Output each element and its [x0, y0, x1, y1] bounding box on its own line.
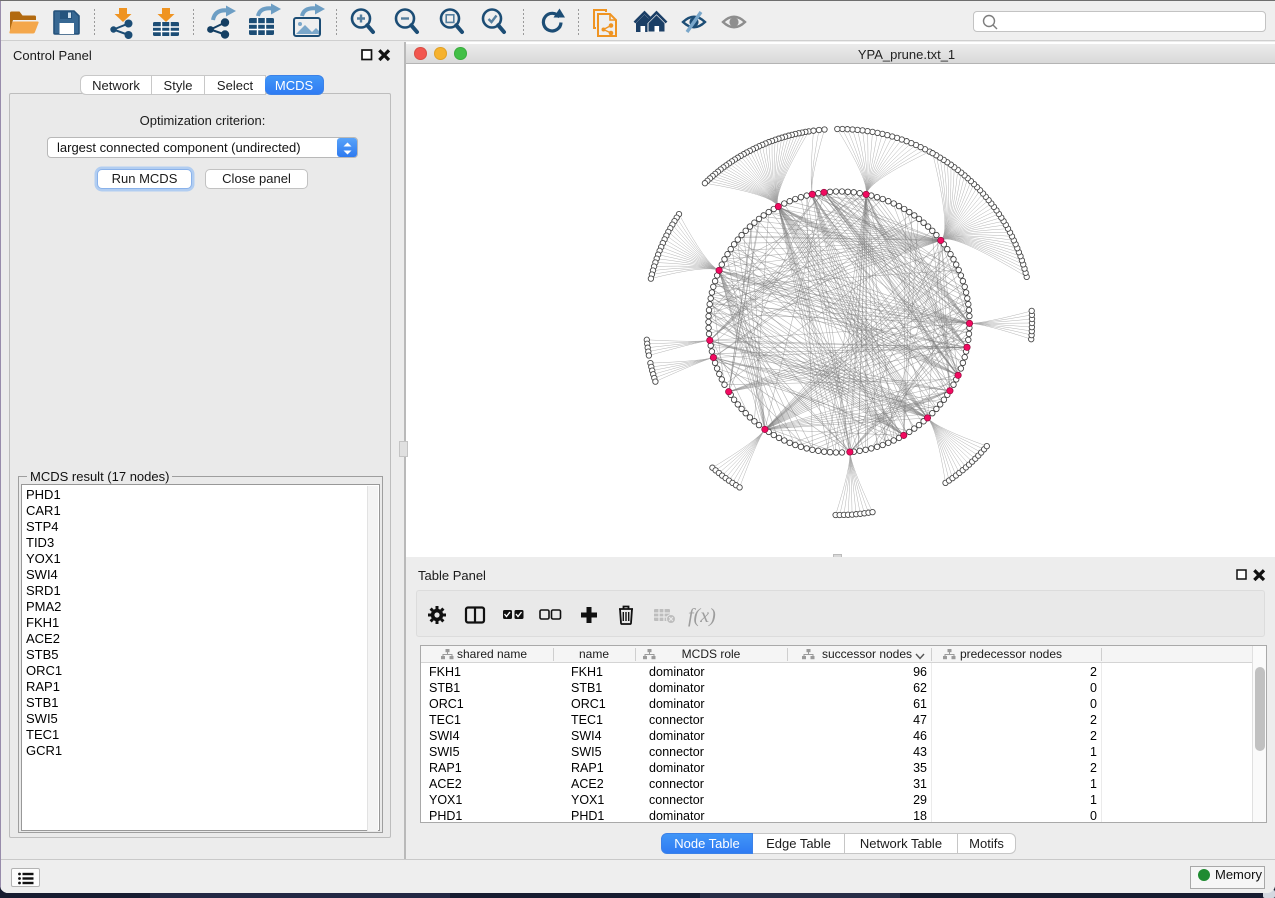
svg-text:f(x): f(x) — [688, 605, 716, 627]
